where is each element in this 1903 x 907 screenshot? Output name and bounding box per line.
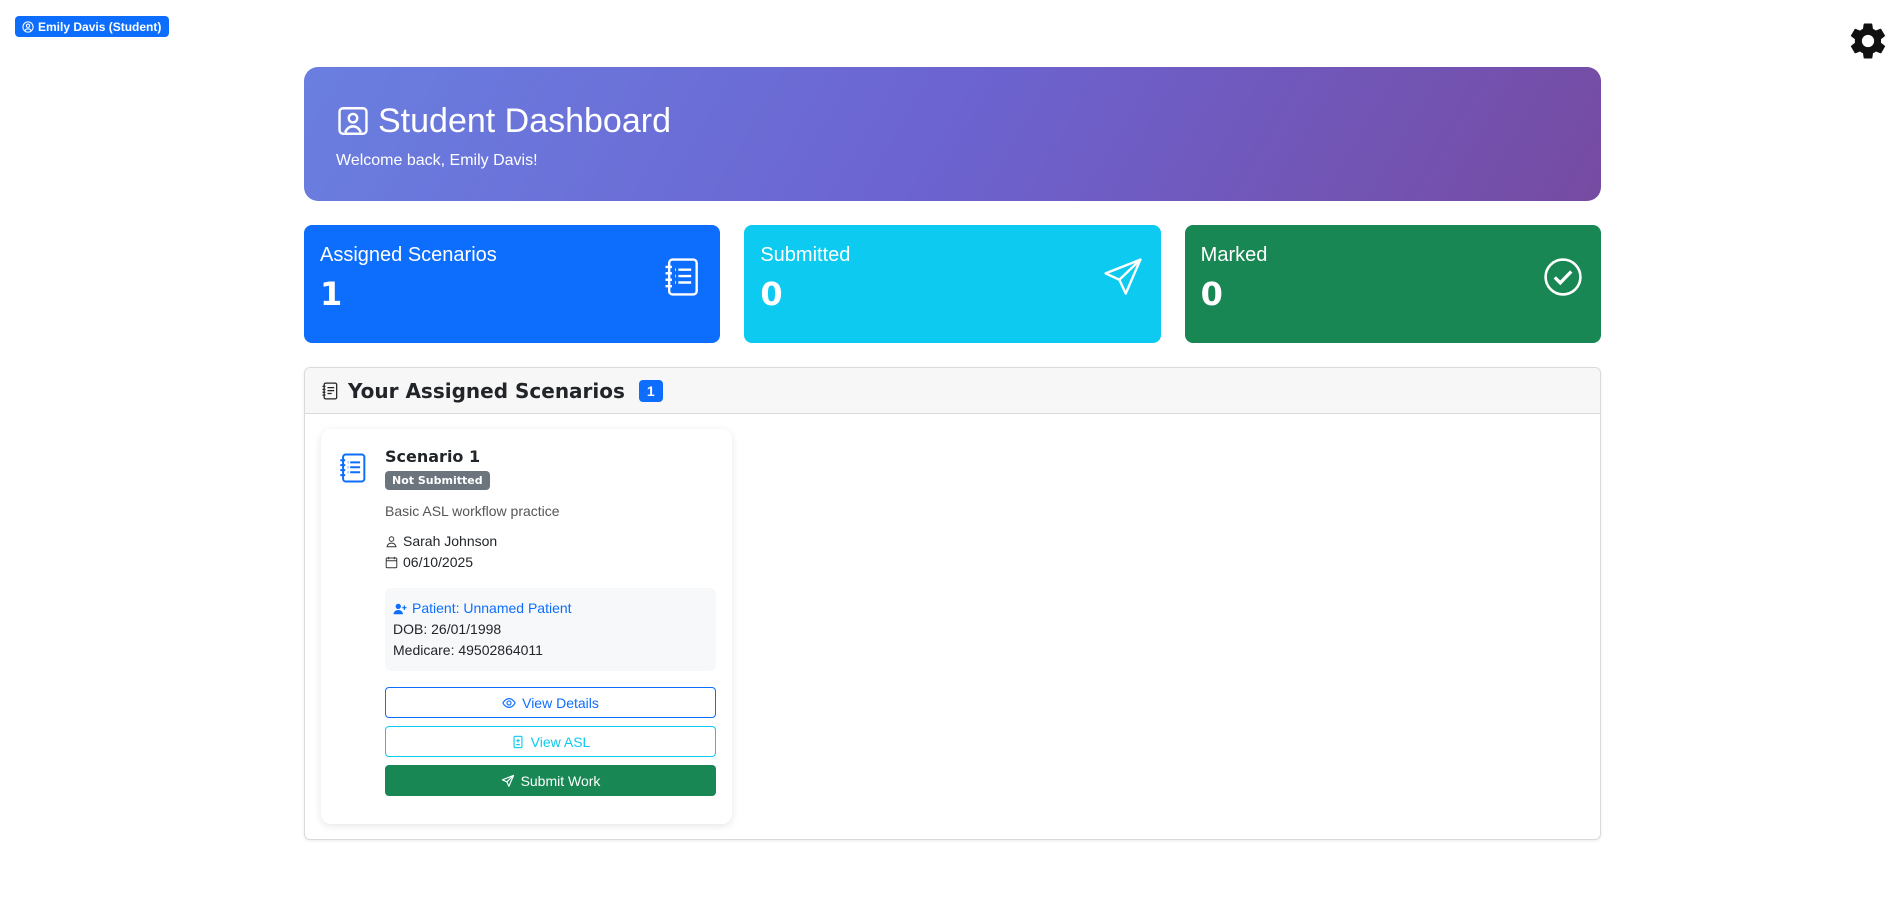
journal-list-icon xyxy=(665,258,699,296)
stat-value: 0 xyxy=(760,275,783,313)
count-badge: 1 xyxy=(638,379,663,402)
stat-card-marked: Marked 0 xyxy=(1184,225,1601,343)
scenario-author: Sarah Johnson xyxy=(385,533,716,549)
dashboard-header: Student Dashboard Welcome back, Emily Da… xyxy=(304,67,1601,201)
journal-list-icon xyxy=(340,453,366,483)
submit-work-label: Submit Work xyxy=(520,772,601,789)
check-circle-icon xyxy=(1544,258,1582,296)
stat-card-submitted: Submitted 0 xyxy=(744,225,1161,343)
submit-work-button[interactable]: Submit Work xyxy=(385,765,716,796)
author-name: Sarah Johnson xyxy=(403,533,498,549)
scenario-date: 06/10/2025 xyxy=(385,554,716,570)
journal-text-icon xyxy=(322,381,338,400)
card-content: Scenario 1 Not Submitted Basic ASL workf… xyxy=(385,447,716,796)
stats-row: Assigned Scenarios 1 Submitted 0 Marked … xyxy=(304,225,1601,343)
scenario-card: Scenario 1 Not Submitted Basic ASL workf… xyxy=(321,429,732,824)
person-plus-icon xyxy=(393,603,407,614)
stat-value: 1 xyxy=(320,275,343,313)
date-text: 06/10/2025 xyxy=(403,554,474,570)
view-details-label: View Details xyxy=(522,694,599,711)
stat-card-assigned: Assigned Scenarios 1 xyxy=(304,225,721,343)
calendar-icon xyxy=(385,556,398,568)
patient-info: Patient: Unnamed Patient DOB: 26/01/1998… xyxy=(385,588,716,671)
scenario-description: Basic ASL workflow practice xyxy=(385,503,560,519)
patient-name: Patient: Unnamed Patient xyxy=(412,600,572,616)
user-badge-label: Emily Davis (Student) xyxy=(38,19,162,34)
view-asl-button[interactable]: View ASL xyxy=(385,726,716,757)
person-circle-icon xyxy=(22,20,34,33)
page-title-row: Student Dashboard xyxy=(336,101,1569,141)
gear-icon[interactable] xyxy=(1847,20,1889,62)
panel-header: Your Assigned Scenarios 1 xyxy=(305,368,1600,414)
main-container: Student Dashboard Welcome back, Emily Da… xyxy=(304,67,1601,840)
stat-label: Submitted xyxy=(760,244,851,266)
panel-title: Your Assigned Scenarios xyxy=(348,378,625,403)
stat-label: Assigned Scenarios xyxy=(320,244,497,266)
send-icon xyxy=(501,774,514,787)
stat-value: 0 xyxy=(1200,275,1223,313)
scenario-title: Scenario 1 xyxy=(385,447,481,466)
person-icon xyxy=(386,535,397,547)
send-icon xyxy=(1104,258,1142,295)
page-title: Student Dashboard xyxy=(378,102,671,140)
view-asl-label: View ASL xyxy=(530,733,591,750)
welcome-text: Welcome back, Emily Davis! xyxy=(336,152,538,169)
stat-label: Marked xyxy=(1200,244,1268,266)
patient-link[interactable]: Patient: Unnamed Patient xyxy=(393,598,708,619)
file-medical-icon xyxy=(513,735,523,748)
eye-icon xyxy=(502,697,516,708)
assigned-scenarios-panel: Your Assigned Scenarios 1 Scenario 1 Not… xyxy=(304,367,1601,840)
person-badge-icon xyxy=(338,107,368,135)
status-badge: Not Submitted xyxy=(385,471,490,490)
user-badge[interactable]: Emily Davis (Student) xyxy=(15,16,170,37)
patient-medicare: Medicare: 49502864011 xyxy=(393,642,543,658)
patient-dob: DOB: 26/01/1998 xyxy=(393,621,502,637)
view-details-button[interactable]: View Details xyxy=(385,687,716,718)
